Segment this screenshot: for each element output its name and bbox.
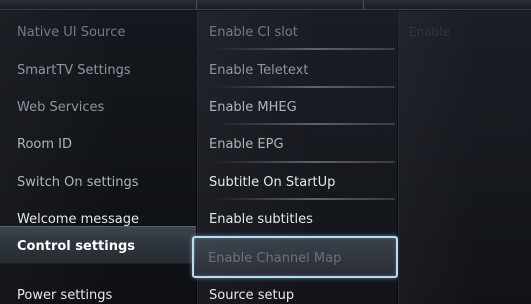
menu-column-3 — [398, 11, 531, 304]
menu-item-room-id[interactable]: Room ID — [17, 130, 72, 160]
option-enable-channel-map[interactable]: Enable Channel Map — [208, 251, 341, 267]
option-subtitle-on-startup[interactable]: Subtitle On StartUp — [209, 168, 335, 198]
option-separator — [215, 161, 395, 163]
option-enable-mheg[interactable]: Enable MHEG — [209, 93, 297, 123]
option-enable-ci-slot[interactable]: Enable CI slot — [209, 18, 298, 48]
option-enable-subtitles[interactable]: Enable subtitles — [209, 205, 313, 235]
header-divider — [363, 0, 364, 10]
column-shade — [399, 11, 531, 304]
tv-settings-screen: Native UI Source SmartTV Settings Web Se… — [0, 0, 531, 304]
menu-item-switch-on-settings[interactable]: Switch On settings — [17, 168, 139, 198]
option-enable-teletext[interactable]: Enable Teletext — [209, 56, 308, 86]
option-separator — [215, 123, 395, 125]
menu-item-smarttv-settings[interactable]: SmartTV Settings — [17, 56, 131, 86]
menu-item-power-settings[interactable]: Power settings — [17, 281, 112, 304]
header-divider — [196, 0, 197, 10]
value-preview-text: Enable — [409, 25, 450, 39]
option-separator — [215, 86, 395, 88]
option-separator — [215, 48, 395, 50]
menu-item-control-settings[interactable]: Control settings — [17, 239, 135, 255]
option-source-setup[interactable]: Source setup — [209, 281, 294, 304]
top-header-strip — [0, 0, 531, 10]
menu-item-web-services[interactable]: Web Services — [17, 93, 104, 123]
option-separator — [215, 198, 395, 200]
option-enable-epg[interactable]: Enable EPG — [209, 130, 284, 160]
menu-item-native-ui-source[interactable]: Native UI Source — [17, 18, 125, 48]
